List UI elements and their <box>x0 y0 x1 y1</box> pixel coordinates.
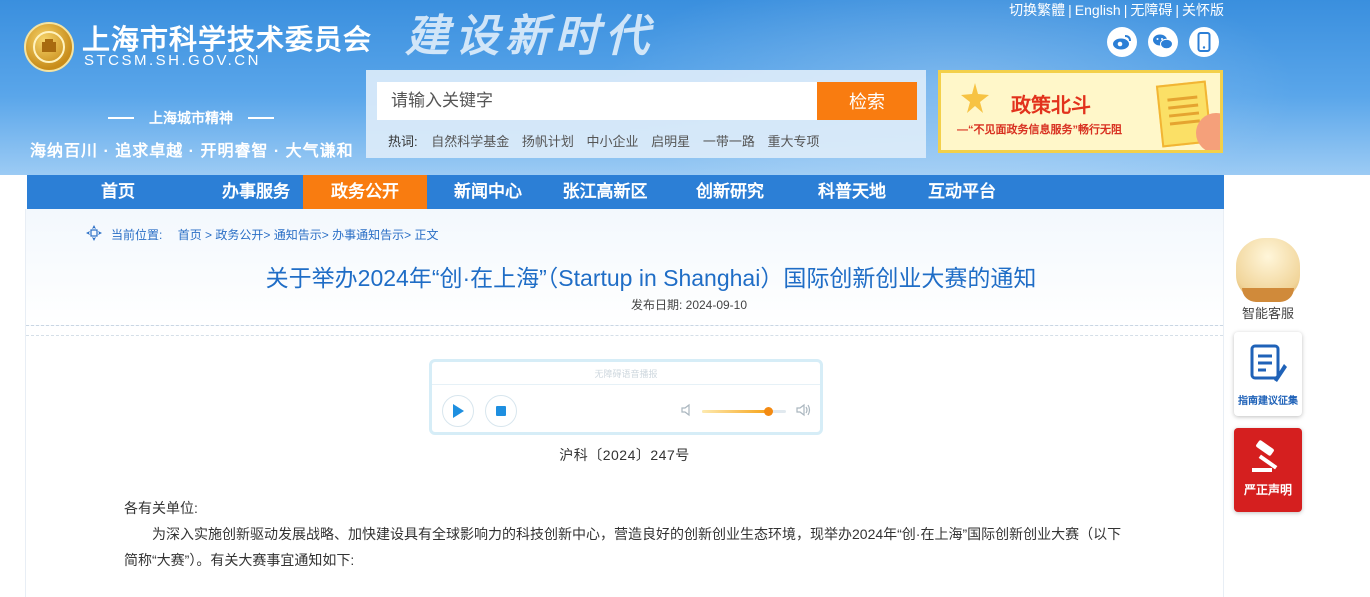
article-container: 当前位置: 首页 > 政务公开> 通知告示> 办事通知告示> 正文 关于举办20… <box>25 209 1224 597</box>
mobile-icon[interactable] <box>1189 27 1219 57</box>
nav-services[interactable]: 办事服务 <box>209 175 303 209</box>
weibo-icon[interactable] <box>1107 27 1137 57</box>
play-icon <box>453 404 464 418</box>
publish-date-value: 2024-09-10 <box>685 298 748 312</box>
player-divider <box>432 384 820 385</box>
smart-service-label: 智能客服 <box>1241 306 1294 321</box>
banner-subtitle: —“不见面政务信息服务”畅行无阻 <box>957 124 1122 136</box>
breadcrumb-item[interactable]: 首页 <box>178 228 202 242</box>
smart-service-bot[interactable]: 智能客服 <box>1233 238 1303 322</box>
search-input[interactable] <box>377 82 817 120</box>
volume-fill <box>702 410 768 413</box>
article-title: 关于举办2024年“创·在上海”（Startup in Shanghai）国际创… <box>265 265 1037 291</box>
breadcrumb: 当前位置: 首页 > 政务公开> 通知告示> 办事通知告示> 正文 <box>111 228 439 242</box>
elderly-mode-link[interactable]: 关怀版 <box>1182 2 1224 18</box>
hot-words: 热词: 自然科学基金 扬帆计划 中小企业 启明星 一带一路 重大专项 <box>388 131 828 150</box>
stop-button[interactable] <box>485 395 517 427</box>
location-icon <box>86 225 102 241</box>
search-panel: 检索 热词: 自然科学基金 扬帆计划 中小企业 启明星 一带一路 重大专项 <box>366 70 926 158</box>
hot-word[interactable]: 自然科学基金 <box>431 134 509 149</box>
hot-word[interactable]: 启明星 <box>651 134 690 149</box>
volume-knob[interactable] <box>763 407 773 416</box>
article-header: 当前位置: 首页 > 政务公开> 通知告示> 办事通知告示> 正文 关于举办20… <box>26 209 1223 336</box>
article-body: 各有关单位: 为深入实施创新驱动发展战略、加快建设具有全球影响力的科技创新中心，… <box>124 495 1124 573</box>
policy-banner[interactable]: 政策北斗 —“不见面政务信息服务”畅行无阻 <box>938 70 1223 153</box>
logo-emblem-icon[interactable] <box>24 22 74 72</box>
bun-mascot-icon <box>1236 238 1300 302</box>
guide-suggestion-card[interactable]: 指南建议征集 <box>1234 332 1302 416</box>
main-nav: 首页 办事服务 政务公开 新闻中心 张江高新区 创新研究 科普天地 互动平台 <box>27 175 1224 209</box>
volume-slider[interactable] <box>702 407 786 416</box>
feedback-document-icon <box>1250 344 1287 382</box>
accessibility-link[interactable]: 无障碍 <box>1130 2 1172 18</box>
gavel-icon <box>1252 440 1278 472</box>
breadcrumb-current: 正文 <box>414 228 439 242</box>
solemn-statement-label: 严正声明 <box>1243 483 1292 497</box>
salutation: 各有关单位: <box>124 500 198 516</box>
breadcrumb-label: 当前位置: <box>111 228 163 242</box>
city-spirit-label: 上海城市精神 <box>108 108 274 128</box>
hot-word[interactable]: 中小企业 <box>587 134 639 149</box>
volume-high-icon[interactable] <box>795 403 811 417</box>
document-number: 沪科〔2024〕247号 <box>559 447 690 463</box>
solemn-statement-card[interactable]: 严正声明 <box>1234 428 1302 512</box>
banner-title: 政策北斗 <box>1011 95 1091 117</box>
english-link[interactable]: English <box>1075 2 1121 18</box>
publish-date-label: 发布日期: <box>630 298 683 312</box>
hot-word[interactable]: 一带一路 <box>703 134 755 149</box>
calligraphy-banner: 建设新时代 <box>405 11 655 62</box>
top-links: 切换繁體 | English | 无障碍 | 关怀版 <box>1009 2 1224 18</box>
star-icon <box>961 83 989 113</box>
hot-words-label: 热词: <box>388 134 418 149</box>
wechat-icon[interactable] <box>1148 27 1178 57</box>
nav-innovation[interactable]: 创新研究 <box>661 175 799 209</box>
audio-player: 无障碍语音播报 <box>429 359 823 435</box>
article-paragraph: 为深入实施创新驱动发展战略、加快建设具有全球影响力的科技创新中心，营造良好的创新… <box>124 526 1122 568</box>
breadcrumb-item[interactable]: 通知告示 <box>274 228 322 242</box>
breadcrumb-item[interactable]: 办事通知告示 <box>332 228 404 242</box>
hand-illustration <box>1196 113 1220 150</box>
site-domain: STCSM.SH.GOV.CN <box>84 52 261 69</box>
nav-news[interactable]: 新闻中心 <box>427 175 549 209</box>
search-button[interactable]: 检索 <box>817 82 917 120</box>
guide-suggestion-label: 指南建议征集 <box>1238 396 1298 407</box>
nav-interaction[interactable]: 互动平台 <box>905 175 1019 209</box>
publish-date: 发布日期: 2024-09-10 <box>26 296 1352 313</box>
breadcrumb-item[interactable]: 政务公开 <box>215 228 263 242</box>
nav-home[interactable]: 首页 <box>27 175 209 209</box>
nav-popular-science[interactable]: 科普天地 <box>799 175 905 209</box>
city-spirit-text: 海纳百川 · 追求卓越 · 开明睿智 · 大气谦和 <box>30 143 354 160</box>
play-button[interactable] <box>442 395 474 427</box>
nav-zhangjiang[interactable]: 张江高新区 <box>549 175 661 209</box>
stop-icon <box>496 406 506 416</box>
nav-gov-affairs[interactable]: 政务公开 <box>303 175 427 209</box>
site-header: 上海市科学技术委员会 STCSM.SH.GOV.CN 建设新时代 上海城市精神 … <box>0 0 1370 175</box>
hot-word[interactable]: 重大专项 <box>767 134 819 149</box>
player-title: 无障碍语音播报 <box>594 369 658 379</box>
volume-low-icon[interactable] <box>680 403 694 417</box>
hot-word[interactable]: 扬帆计划 <box>522 134 574 149</box>
traditional-chinese-link[interactable]: 切换繁體 <box>1009 2 1065 18</box>
